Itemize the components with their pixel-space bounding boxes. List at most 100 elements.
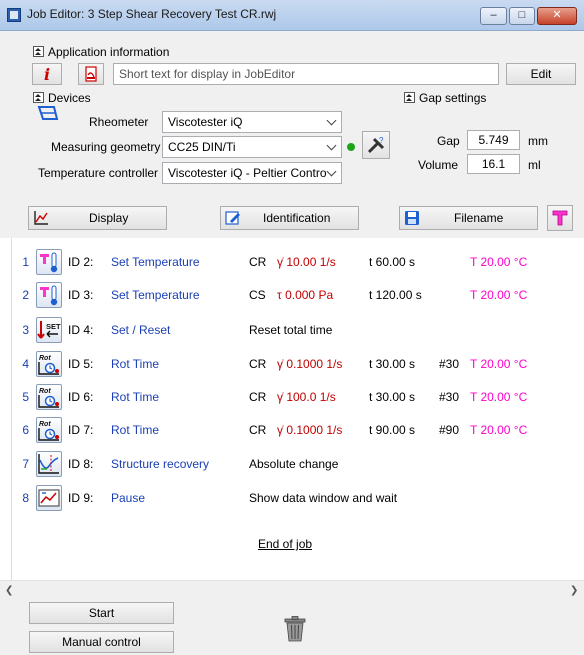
title-bar: Job Editor: 3 Step Shear Recovery Test C… <box>0 0 584 31</box>
step-id: ID 9: <box>68 491 94 505</box>
display-button[interactable]: Display <box>28 206 167 230</box>
job-step-row[interactable]: 5 Rot ID 6: Rot Time CR γ̇ 100.0 1/s t 3… <box>12 382 583 412</box>
step-description: Absolute change <box>249 457 339 471</box>
step-duration: t 30.00 s <box>369 357 416 371</box>
measuring-geometry-select[interactable]: CC25 DIN/Ti <box>162 136 342 158</box>
rheometer-label: Rheometer <box>89 115 149 129</box>
window-title: Job Editor: 3 Step Shear Recovery Test C… <box>27 7 277 21</box>
step-number: 7 <box>22 457 29 471</box>
application-information-label: Application information <box>48 45 170 59</box>
step-points: #30 <box>439 357 460 371</box>
text-format-button[interactable] <box>547 205 573 231</box>
edit-pencil-icon <box>225 211 240 225</box>
pdf-button[interactable] <box>78 63 104 85</box>
step-name[interactable]: Set Temperature <box>111 288 200 302</box>
step-points: #30 <box>439 390 460 404</box>
manual-control-button[interactable]: Manual control <box>29 631 174 653</box>
collapse-icon <box>33 46 44 57</box>
trash-icon[interactable] <box>284 616 306 642</box>
maximize-button[interactable]: □ <box>509 7 535 25</box>
chevron-down-icon <box>326 140 337 151</box>
step-value: τ 0.000 Pa <box>277 288 334 302</box>
temperature-controller-select[interactable]: Viscotester iQ - Peltier Contro <box>162 162 342 184</box>
rheometer-select[interactable]: Viscotester iQ <box>162 111 342 133</box>
rheometer-device-icon <box>36 104 60 127</box>
step-duration: t 120.00 s <box>369 288 422 302</box>
step-mode: CR <box>249 390 267 404</box>
step-name[interactable]: Pause <box>111 491 145 505</box>
identification-label: Identification <box>263 211 331 225</box>
step-description: Show data window and wait <box>249 491 398 505</box>
devices-label: Devices <box>48 91 91 105</box>
chevron-down-icon <box>326 115 337 126</box>
step-duration: t 30.00 s <box>369 390 416 404</box>
horizontal-scrollbar[interactable]: ❮ ❯ <box>0 580 584 598</box>
job-step-row[interactable]: 8 ID 9: Pause Show data window and wait <box>12 483 583 513</box>
step-duration: t 60.00 s <box>369 255 416 269</box>
set-reset-icon: SET <box>36 317 62 343</box>
close-button[interactable]: ✕ <box>537 7 577 25</box>
rheometer-value: Viscotester iQ <box>168 115 243 129</box>
step-name[interactable]: Set / Reset <box>111 323 170 337</box>
svg-text:Rot: Rot <box>39 355 51 362</box>
pdf-document-icon <box>85 66 97 82</box>
short-text-input[interactable]: Short text for display in JobEditor <box>113 63 499 85</box>
info-button[interactable]: i <box>32 63 62 85</box>
chevron-down-icon <box>326 166 337 177</box>
geometry-tools-button[interactable]: ? <box>362 131 390 159</box>
step-id: ID 3: <box>68 288 94 302</box>
job-step-row[interactable]: 1 ID 2: Set Temperature CR γ̇ 10.00 1/s … <box>12 247 583 277</box>
identification-button[interactable]: Identification <box>220 206 359 230</box>
start-button[interactable]: Start <box>29 602 174 624</box>
step-name[interactable]: Rot Time <box>111 390 159 404</box>
step-value: γ̇ 10.00 1/s <box>277 255 336 269</box>
step-number: 6 <box>22 423 29 437</box>
gap-settings-label: Gap settings <box>419 91 487 105</box>
gap-settings-header[interactable]: Gap settings <box>404 91 486 105</box>
save-disk-icon <box>405 211 419 225</box>
step-id: ID 6: <box>68 390 94 404</box>
step-mode: CR <box>249 423 267 437</box>
volume-label: Volume <box>418 158 459 172</box>
minimize-button[interactable]: – <box>480 7 507 25</box>
scroll-left-icon[interactable]: ❮ <box>5 585 13 596</box>
volume-unit: ml <box>528 158 541 172</box>
step-number: 8 <box>22 491 29 505</box>
display-chart-icon <box>34 211 48 225</box>
step-name[interactable]: Set Temperature <box>111 255 200 269</box>
rot-time-icon: Rot <box>36 351 62 377</box>
gap-field[interactable]: 5.749 <box>467 130 520 150</box>
svg-text:SET: SET <box>46 322 61 331</box>
step-temperature: T 20.00 °C <box>470 423 528 437</box>
volume-field[interactable]: 16.1 <box>467 154 520 174</box>
step-number: 2 <box>22 288 29 302</box>
edit-button[interactable]: Edit <box>506 63 576 85</box>
application-information-header[interactable]: Application information <box>33 45 169 59</box>
step-number: 5 <box>22 390 29 404</box>
gap-label: Gap <box>437 134 460 148</box>
temperature-controller-label: Temperature controller <box>38 166 159 180</box>
job-step-row[interactable]: 7 ID 8: Structure recovery Absolute chan… <box>12 449 583 479</box>
measuring-geometry-label: Measuring geometry <box>51 140 161 154</box>
step-mode: CS <box>249 288 266 302</box>
step-temperature: T 20.00 °C <box>470 288 528 302</box>
step-mode: CR <box>249 255 267 269</box>
step-name[interactable]: Structure recovery <box>111 457 209 471</box>
filename-button[interactable]: Filename <box>399 206 538 230</box>
step-temperature: T 20.00 °C <box>470 255 528 269</box>
step-temperature: T 20.00 °C <box>470 357 528 371</box>
job-step-row[interactable]: 6 Rot ID 7: Rot Time CR γ̇ 0.1000 1/s t … <box>12 415 583 445</box>
gap-unit: mm <box>528 134 548 148</box>
rot-time-icon: Rot <box>36 417 62 443</box>
scroll-right-icon[interactable]: ❯ <box>570 585 578 596</box>
devices-header[interactable]: Devices <box>33 91 91 105</box>
step-duration: t 90.00 s <box>369 423 416 437</box>
step-id: ID 8: <box>68 457 94 471</box>
job-step-row[interactable]: 2 ID 3: Set Temperature CS τ 0.000 Pa t … <box>12 280 583 310</box>
step-name[interactable]: Rot Time <box>111 357 159 371</box>
measuring-geometry-value: CC25 DIN/Ti <box>168 140 236 154</box>
connection-status-icon <box>347 143 355 151</box>
job-step-row[interactable]: 4 Rot ID 5: Rot Time CR γ̇ 0.1000 1/s t … <box>12 349 583 379</box>
job-step-row[interactable]: 3 SET ID 4: Set / Reset Reset total time <box>12 315 583 345</box>
step-name[interactable]: Rot Time <box>111 423 159 437</box>
